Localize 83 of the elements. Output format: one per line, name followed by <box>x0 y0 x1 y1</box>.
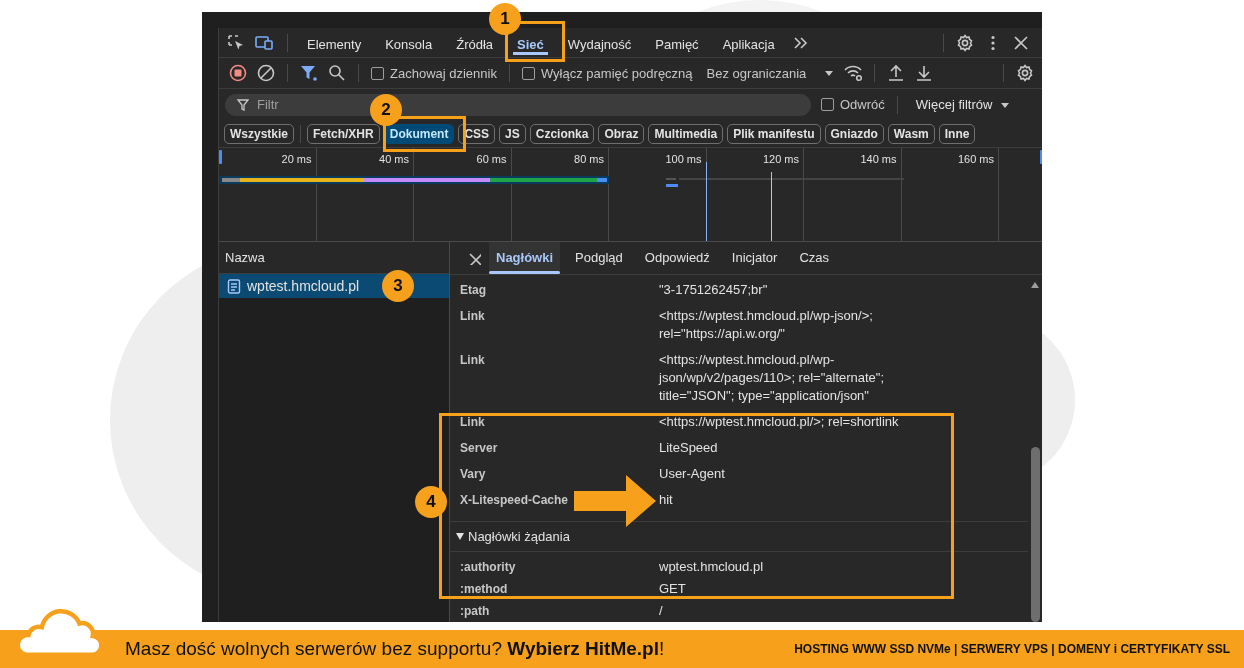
panel-tab[interactable]: Wydajność <box>563 37 636 55</box>
type-filter-chip[interactable]: Czcionka <box>529 123 595 144</box>
header-value: LiteSpeed <box>659 439 719 457</box>
throttling-dropdown[interactable]: Bez ograniczania <box>706 65 835 81</box>
timeline-tick-label: 80 ms <box>574 153 604 165</box>
section-header[interactable]: Nagłówki żądania <box>450 521 1028 552</box>
timeline-tick-label: 60 ms <box>476 153 507 165</box>
filter-icon[interactable] <box>300 64 318 82</box>
header-name: Link <box>460 352 486 369</box>
type-filter-chip[interactable]: JS <box>499 123 526 144</box>
checkbox[interactable] <box>521 66 535 80</box>
header-value: <https://wptest.hmcloud.pl/wp-json/>; rel="https://api.w.org/" <box>659 307 874 343</box>
document-icon <box>227 278 241 294</box>
panel-tab[interactable]: Pamięć <box>651 37 703 55</box>
checkbox-label[interactable]: Odwróć <box>840 97 885 112</box>
panel-tab[interactable]: Elementy <box>303 37 366 55</box>
details-tab[interactable]: Odpowiedź <box>637 242 717 274</box>
close-icon[interactable] <box>467 251 481 265</box>
step-number-badge: 1 <box>489 3 521 35</box>
header-name: Server <box>460 440 499 457</box>
header-value: hit <box>659 491 674 509</box>
header-value: GET <box>659 580 687 598</box>
header-name: :path <box>460 603 491 620</box>
clear-icon[interactable] <box>257 64 275 82</box>
panel-tab[interactable]: Konsola <box>381 37 437 55</box>
services-text: HOSTING WWW SSD NVMe | SERWERY VPS | DOMENY i CERTYFIKATY SSL <box>794 642 1230 656</box>
header-value: / <box>659 602 664 620</box>
header-name: Link <box>460 308 486 325</box>
header-value: User-Agent <box>659 465 726 483</box>
type-filter-chip[interactable]: Wszystkie <box>224 123 295 144</box>
scroll-up-icon[interactable] <box>1030 281 1040 289</box>
timeline-tick-label: 40 ms <box>379 153 409 165</box>
close-icon[interactable] <box>1012 33 1030 52</box>
details-tab[interactable]: Czas <box>792 242 836 274</box>
caret-icon <box>824 69 835 77</box>
header-value: wptest.hmcloud.pl <box>659 558 765 576</box>
record-icon[interactable] <box>229 64 247 82</box>
type-filter-chip[interactable]: Obraz <box>598 123 645 144</box>
header-value: "3-1751262457;br" <box>659 281 769 299</box>
panel-tab[interactable]: Sieć <box>513 37 548 55</box>
header-name: Etag <box>460 282 487 299</box>
details-tab[interactable]: Inicjator <box>724 242 785 274</box>
type-filter-chip[interactable]: Wasm <box>887 123 935 144</box>
upload-icon[interactable] <box>887 64 906 82</box>
header-name: :authority <box>460 559 517 576</box>
type-filter-chip[interactable]: Gniazdo <box>824 123 884 144</box>
slogan-text: Masz dość wolnych serwerów bez supportu? Wybierz HitMe.pl! <box>125 638 665 660</box>
settings-icon[interactable] <box>956 33 974 52</box>
timeline-tick-label: 140 ms <box>860 153 897 165</box>
device-toolbar-icon[interactable] <box>255 33 275 52</box>
search-icon[interactable] <box>328 64 346 82</box>
checkbox[interactable] <box>371 66 384 80</box>
header-name: X-Litespeed-Cache <box>460 492 570 509</box>
timeline-tick-label: 100 ms <box>665 153 702 165</box>
download-icon[interactable] <box>915 64 934 82</box>
type-filter-chip[interactable]: Multimedia <box>648 123 724 144</box>
details-tab[interactable]: Nagłówki <box>489 242 561 274</box>
timeline-tick-label: 160 ms <box>957 153 994 165</box>
panel-tab[interactable]: Źródła <box>452 37 498 55</box>
checkbox-label[interactable]: Zachowaj dziennik <box>390 65 497 81</box>
filter-icon <box>237 98 249 111</box>
more-filters-dropdown[interactable]: Więcej filtrów <box>915 97 1011 112</box>
timeline-tick-label: 20 ms <box>281 153 312 165</box>
timeline-tick-label: 120 ms <box>762 153 799 165</box>
type-filter-chip[interactable]: Inne <box>938 123 976 144</box>
header-name: Link <box>460 414 486 431</box>
header-name: :method <box>460 581 509 598</box>
type-filter-chip[interactable]: Plik manifestu <box>727 123 821 144</box>
header-name: Vary <box>460 466 487 483</box>
scrollbar-thumb[interactable] <box>1030 447 1040 622</box>
type-filter-chip[interactable]: Dokument <box>383 123 455 144</box>
caret-icon <box>1000 100 1011 109</box>
checkbox-label[interactable]: Wyłącz pamięć podręczną <box>540 65 693 81</box>
header-value: <https://wptest.hmcloud.pl/wp-json/wp/v2/pages/110>; rel="alternate"; title="JSON"; type="application/json" <box>659 351 886 405</box>
checkbox[interactable] <box>821 98 834 111</box>
details-tab[interactable]: Podgląd <box>568 242 630 274</box>
inspect-icon[interactable] <box>227 33 245 52</box>
column-header[interactable]: Nazwa <box>219 242 449 274</box>
type-filter-chip[interactable]: Fetch/XHR <box>307 123 380 144</box>
network-conditions-icon[interactable] <box>844 64 863 82</box>
settings-icon[interactable] <box>1016 64 1034 82</box>
header-value: <https://wptest.hmcloud.pl/>; rel=shortlink <box>659 413 900 431</box>
panel-tab[interactable]: Aplikacja <box>718 37 779 55</box>
